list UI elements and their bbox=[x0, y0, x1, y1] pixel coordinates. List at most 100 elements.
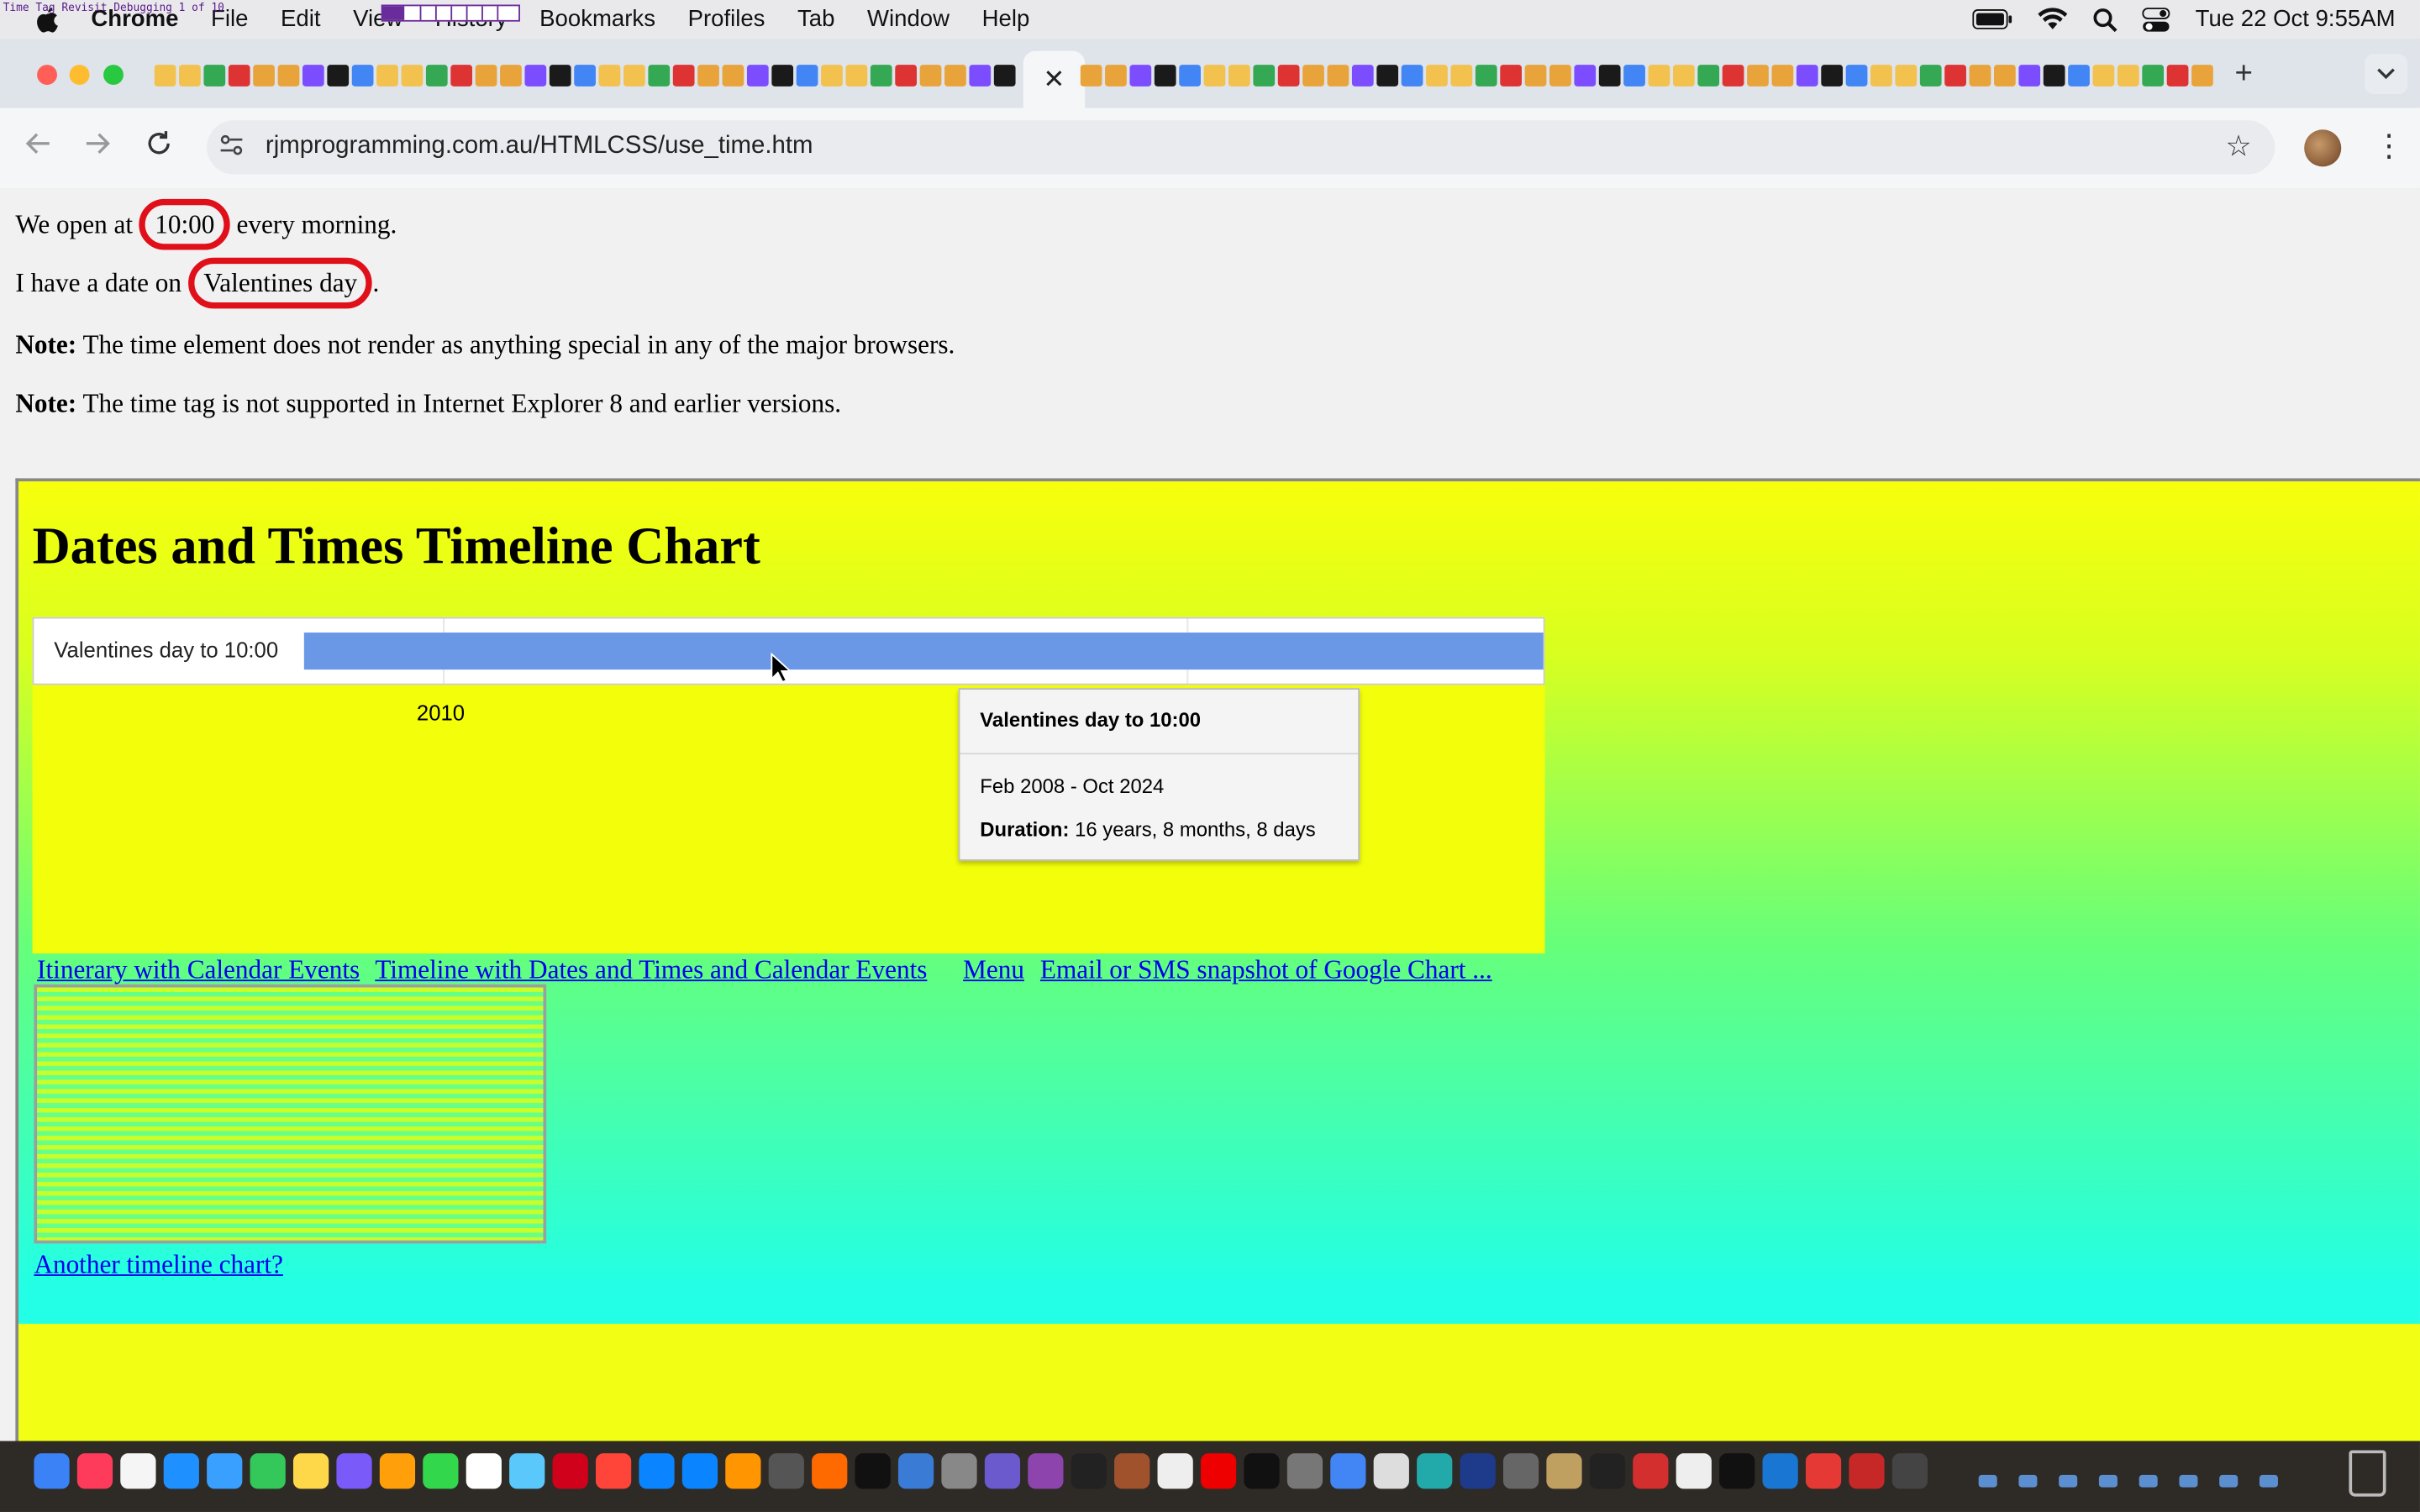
more-menu-icon[interactable]: ⋮ bbox=[2374, 127, 2405, 165]
tab-favicon-icon[interactable] bbox=[1598, 65, 1621, 87]
tab-favicon-icon[interactable] bbox=[425, 65, 448, 87]
dock-app-icon[interactable] bbox=[1849, 1453, 1885, 1489]
tab-favicon-icon[interactable] bbox=[1401, 65, 1423, 87]
minimized-window[interactable] bbox=[2179, 1474, 2198, 1488]
tab-favicon-icon[interactable] bbox=[1672, 65, 1695, 87]
dock-app-icon[interactable] bbox=[1762, 1453, 1798, 1489]
tab-favicon-icon[interactable] bbox=[969, 65, 992, 87]
dock-app-icon[interactable] bbox=[509, 1453, 545, 1489]
tab-favicon-icon[interactable] bbox=[1944, 65, 1966, 87]
dock-app-icon[interactable] bbox=[812, 1453, 848, 1489]
tab-favicon-icon[interactable] bbox=[895, 65, 917, 87]
tab-favicon-icon[interactable] bbox=[1524, 65, 1547, 87]
tab-favicon-icon[interactable] bbox=[722, 65, 744, 87]
tab-favicon-icon[interactable] bbox=[475, 65, 497, 87]
tab-favicon-icon[interactable] bbox=[672, 65, 695, 87]
tab-favicon-icon[interactable] bbox=[1648, 65, 1670, 87]
dock-app-icon[interactable] bbox=[1114, 1453, 1150, 1489]
minimized-window[interactable] bbox=[2259, 1474, 2278, 1488]
tab-favicon-icon[interactable] bbox=[549, 65, 571, 87]
dock-app-icon[interactable] bbox=[379, 1453, 416, 1489]
url-text[interactable]: rjmprogramming.com.au/HTMLCSS/use_time.h… bbox=[266, 133, 813, 160]
menu-link[interactable]: Menu bbox=[963, 955, 1024, 986]
another-timeline-link[interactable]: Another timeline chart? bbox=[34, 1250, 283, 1281]
chart-snapshot-thumbnail[interactable] bbox=[34, 984, 547, 1244]
minimize-window-button[interactable] bbox=[69, 65, 90, 86]
tab-favicon-icon[interactable] bbox=[919, 65, 942, 87]
tab-favicon-icon[interactable] bbox=[1870, 65, 1892, 87]
dock-app-icon[interactable] bbox=[1417, 1453, 1453, 1489]
tab-favicon-icon[interactable] bbox=[450, 65, 473, 87]
timeline-calendar-link[interactable]: Timeline with Dates and Times and Calend… bbox=[375, 955, 927, 986]
dock-app-icon[interactable] bbox=[855, 1453, 891, 1489]
back-arrow-icon[interactable] bbox=[24, 129, 52, 166]
dock-app-icon[interactable] bbox=[1286, 1453, 1323, 1489]
menu-help[interactable]: Help bbox=[982, 6, 1030, 32]
timeline-bar[interactable] bbox=[303, 633, 1544, 670]
wifi-icon[interactable] bbox=[2038, 8, 2069, 31]
tab-favicon-icon[interactable] bbox=[1994, 65, 2016, 87]
dock-app-icon[interactable] bbox=[1633, 1453, 1669, 1489]
tab-favicon-icon[interactable] bbox=[574, 65, 596, 87]
tab-favicon-icon[interactable] bbox=[2166, 65, 2189, 87]
tab-favicon-icon[interactable] bbox=[376, 65, 398, 87]
tab-favicon-icon[interactable] bbox=[1129, 65, 1152, 87]
dock-app-icon[interactable] bbox=[1460, 1453, 1496, 1489]
tab-favicon-icon[interactable] bbox=[1080, 65, 1102, 87]
tab-favicon-icon[interactable] bbox=[1500, 65, 1522, 87]
close-tab-icon[interactable]: ✕ bbox=[1043, 64, 1065, 95]
tab-favicon-icon[interactable] bbox=[1623, 65, 1645, 87]
tab-favicon-icon[interactable] bbox=[1747, 65, 1769, 87]
dock-app-icon[interactable] bbox=[1546, 1453, 1582, 1489]
tab-favicon-icon[interactable] bbox=[1771, 65, 1794, 87]
menu-window[interactable]: Window bbox=[867, 6, 950, 32]
tab-favicon-icon[interactable] bbox=[351, 65, 374, 87]
dock-app-icon[interactable] bbox=[595, 1453, 632, 1489]
tab-favicon-icon[interactable] bbox=[1277, 65, 1300, 87]
tab-favicon-icon[interactable] bbox=[845, 65, 868, 87]
dock-app-icon[interactable] bbox=[120, 1453, 156, 1489]
profile-avatar[interactable] bbox=[2304, 129, 2342, 167]
itinerary-link[interactable]: Itinerary with Calendar Events bbox=[37, 955, 360, 986]
minimized-window[interactable] bbox=[2139, 1474, 2158, 1488]
tab-favicon-icon[interactable] bbox=[1154, 65, 1176, 87]
tab-favicon-icon[interactable] bbox=[179, 65, 201, 87]
minimized-window[interactable] bbox=[2018, 1474, 2038, 1488]
tab-favicon-icon[interactable] bbox=[1253, 65, 1276, 87]
tab-favicon-icon[interactable] bbox=[327, 65, 350, 87]
tab-favicon-icon[interactable] bbox=[648, 65, 671, 87]
dock-app-icon[interactable] bbox=[768, 1453, 804, 1489]
minimized-window[interactable] bbox=[2219, 1474, 2238, 1488]
dock-app-icon[interactable] bbox=[1719, 1453, 1755, 1489]
tab-favicon-icon[interactable] bbox=[2117, 65, 2139, 87]
dock-app-icon[interactable] bbox=[1071, 1453, 1107, 1489]
tab-favicon-icon[interactable] bbox=[253, 65, 275, 87]
tab-favicon-icon[interactable] bbox=[1919, 65, 1942, 87]
tab-favicon-icon[interactable] bbox=[1697, 65, 1720, 87]
close-window-button[interactable] bbox=[37, 65, 57, 86]
dock-app-icon[interactable] bbox=[1502, 1453, 1539, 1489]
tab-search-button[interactable] bbox=[2364, 54, 2408, 95]
dock-minimized-windows[interactable] bbox=[1978, 1474, 2278, 1488]
trash-icon[interactable] bbox=[2349, 1450, 2386, 1497]
menu-bookmarks[interactable]: Bookmarks bbox=[539, 6, 655, 32]
pinned-tab-favicons-right[interactable] bbox=[1080, 60, 2223, 92]
tab-favicon-icon[interactable] bbox=[1796, 65, 1818, 87]
dock-app-icons[interactable] bbox=[34, 1453, 1928, 1489]
minimized-window[interactable] bbox=[2098, 1474, 2118, 1488]
tab-favicon-icon[interactable] bbox=[1895, 65, 1918, 87]
zoom-window-button[interactable] bbox=[103, 65, 124, 86]
dock-app-icon[interactable] bbox=[466, 1453, 502, 1489]
tab-favicon-icon[interactable] bbox=[1179, 65, 1201, 87]
dock-app-icon[interactable] bbox=[292, 1453, 329, 1489]
minimized-window[interactable] bbox=[1978, 1474, 1997, 1488]
dock-app-icon[interactable] bbox=[1244, 1453, 1280, 1489]
dock-app-icon[interactable] bbox=[1373, 1453, 1409, 1489]
control-center-icon[interactable] bbox=[2143, 7, 2171, 31]
dock-app-icon[interactable] bbox=[163, 1453, 199, 1489]
tab-favicon-icon[interactable] bbox=[1376, 65, 1399, 87]
tab-favicon-icon[interactable] bbox=[870, 65, 892, 87]
tab-favicon-icon[interactable] bbox=[1302, 65, 1324, 87]
tab-favicon-icon[interactable] bbox=[771, 65, 794, 87]
tab-favicon-icon[interactable] bbox=[1426, 65, 1448, 87]
